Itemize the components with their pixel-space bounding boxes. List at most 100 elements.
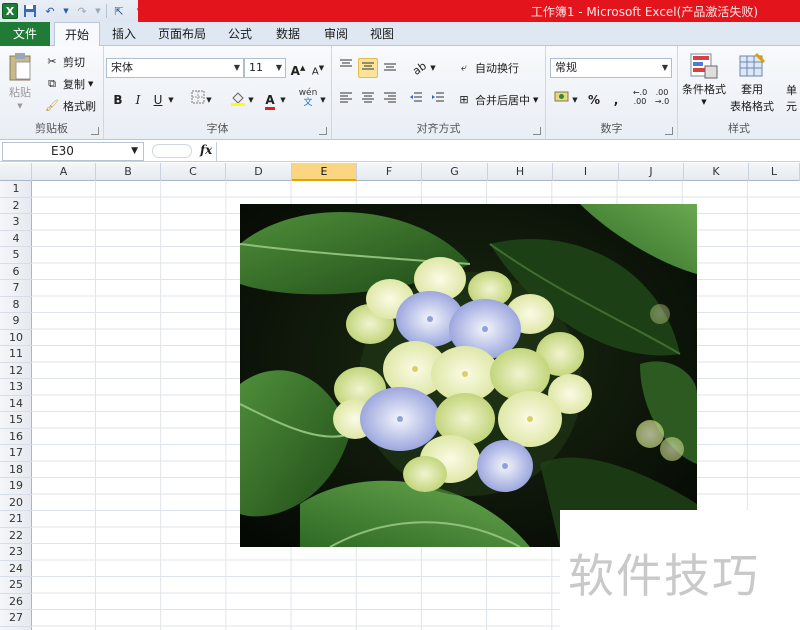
row-header[interactable]: 27 [0, 610, 32, 627]
column-header-l[interactable]: L [749, 163, 800, 181]
column-header-k[interactable]: K [684, 163, 749, 181]
column-header-b[interactable]: B [96, 163, 161, 181]
column-header-c[interactable]: C [161, 163, 226, 181]
number-format-combo[interactable]: 常规 ▼ [550, 58, 672, 78]
row-header[interactable]: 21 [0, 511, 32, 528]
row-header[interactable]: 10 [0, 330, 32, 346]
cell-styles-button[interactable]: 单元 [786, 82, 800, 114]
chevron-down-icon[interactable]: ▼ [62, 3, 70, 19]
dialog-launcher-icon[interactable] [319, 127, 327, 135]
chevron-down-icon[interactable]: ▼ [166, 90, 176, 110]
decrease-decimal-icon[interactable]: .00 →.0 [652, 88, 672, 108]
fill-color-icon[interactable] [228, 90, 248, 110]
chevron-down-icon[interactable]: ▼ [570, 90, 580, 110]
font-name-combo[interactable]: 宋体 ▼ [106, 58, 244, 78]
insert-function-button[interactable]: fx [200, 143, 212, 157]
row-header[interactable]: 19 [0, 478, 32, 495]
font-size-combo[interactable]: 11 ▼ [244, 58, 286, 78]
bold-button[interactable]: B [108, 90, 128, 110]
column-header-f[interactable]: F [357, 163, 422, 181]
phonetic-guide-button[interactable]: wén 文 [296, 88, 320, 108]
dialog-launcher-icon[interactable] [91, 127, 99, 135]
cut-button[interactable]: ✂ 剪切 [44, 54, 85, 70]
tab-file[interactable]: 文件 [0, 22, 50, 46]
tab-page-layout[interactable]: 页面布局 [152, 22, 212, 46]
undo-icon[interactable]: ↶ [42, 3, 58, 19]
align-right-icon[interactable] [380, 90, 400, 110]
italic-button[interactable]: I [128, 90, 148, 110]
chevron-down-icon[interactable]: ▼ [428, 58, 438, 78]
row-header[interactable]: 8 [0, 297, 32, 313]
format-as-table-button[interactable]: 套用 表格格式 [730, 52, 774, 114]
row-header[interactable]: 9 [0, 313, 32, 330]
row-header[interactable]: 2 [0, 198, 32, 214]
row-header[interactable]: 1 [0, 181, 32, 198]
dialog-launcher-icon[interactable] [533, 127, 541, 135]
column-header-j[interactable]: J [619, 163, 684, 181]
increase-decimal-icon[interactable]: ←.0.00 [630, 88, 650, 108]
row-header[interactable]: 23 [0, 544, 32, 561]
chevron-down-icon[interactable]: ▼ [94, 3, 102, 19]
column-header-a[interactable]: A [32, 163, 96, 181]
row-header[interactable]: 12 [0, 363, 32, 379]
row-header[interactable]: 4 [0, 231, 32, 247]
column-header-d[interactable]: D [226, 163, 292, 181]
grow-font-button[interactable]: A▲ [288, 58, 308, 78]
pointer-icon[interactable]: ⇱ [111, 3, 127, 19]
column-header-h[interactable]: H [488, 163, 553, 181]
excel-app-icon[interactable]: X [2, 3, 18, 19]
align-middle-icon[interactable] [358, 58, 378, 78]
align-top-icon[interactable] [336, 58, 356, 78]
percent-button[interactable]: % [584, 90, 604, 110]
column-header-g[interactable]: G [422, 163, 488, 181]
row-header[interactable]: 26 [0, 594, 32, 610]
tab-view[interactable]: 视图 [362, 22, 402, 46]
tab-formulas[interactable]: 公式 [220, 22, 260, 46]
decrease-indent-icon[interactable] [406, 90, 426, 110]
row-header[interactable]: 16 [0, 429, 32, 445]
currency-icon[interactable] [552, 90, 572, 110]
column-header-i[interactable]: I [553, 163, 619, 181]
orientation-icon[interactable]: ab [410, 58, 430, 78]
row-header[interactable]: 20 [0, 495, 32, 511]
chevron-down-icon[interactable]: ▼ [204, 90, 214, 110]
row-header[interactable]: 17 [0, 445, 32, 462]
conditional-format-button[interactable]: 条件格式 ▼ [682, 52, 726, 106]
row-header[interactable]: 5 [0, 247, 32, 264]
align-left-icon[interactable] [336, 90, 356, 110]
row-header[interactable]: 22 [0, 528, 32, 544]
copy-button[interactable]: ⧉ 复制 ▼ [44, 76, 93, 92]
comma-button[interactable]: , [606, 90, 626, 110]
chevron-down-icon[interactable]: ▼ [318, 90, 328, 110]
row-header[interactable]: 25 [0, 577, 32, 594]
paste-button[interactable]: 粘贴 ▼ [6, 52, 34, 110]
select-all-corner[interactable] [0, 163, 32, 181]
save-icon[interactable] [22, 3, 38, 19]
row-header[interactable]: 3 [0, 214, 32, 231]
tab-data[interactable]: 数据 [268, 22, 308, 46]
increase-indent-icon[interactable] [428, 90, 448, 110]
wrap-text-button[interactable]: ⤶ 自动换行 [456, 60, 519, 76]
row-header[interactable]: 13 [0, 379, 32, 396]
row-header[interactable]: 18 [0, 462, 32, 478]
redo-icon[interactable]: ↷ [74, 3, 90, 19]
formula-expand-handle[interactable] [152, 144, 192, 158]
shrink-font-button[interactable]: A▼ [308, 58, 328, 78]
name-box[interactable]: E30 ▼ [2, 142, 144, 161]
merge-center-button[interactable]: ⊞ 合并后居中 ▼ [456, 92, 538, 108]
font-color-button[interactable]: A [260, 90, 280, 110]
inserted-picture[interactable] [240, 204, 697, 547]
chevron-down-icon[interactable]: ▼ [278, 90, 288, 110]
row-header[interactable]: 15 [0, 412, 32, 429]
tab-home[interactable]: 开始 [54, 22, 100, 47]
chevron-down-icon[interactable]: ▼ [246, 90, 256, 110]
dialog-launcher-icon[interactable] [665, 127, 673, 135]
align-bottom-icon[interactable] [380, 58, 400, 78]
underline-button[interactable]: U [148, 90, 168, 110]
format-painter-button[interactable]: 🖌 格式刷 [44, 98, 96, 114]
row-header[interactable]: 7 [0, 280, 32, 297]
row-header[interactable]: 11 [0, 346, 32, 363]
tab-review[interactable]: 审阅 [316, 22, 356, 46]
align-center-icon[interactable] [358, 90, 378, 110]
tab-insert[interactable]: 插入 [104, 22, 144, 46]
